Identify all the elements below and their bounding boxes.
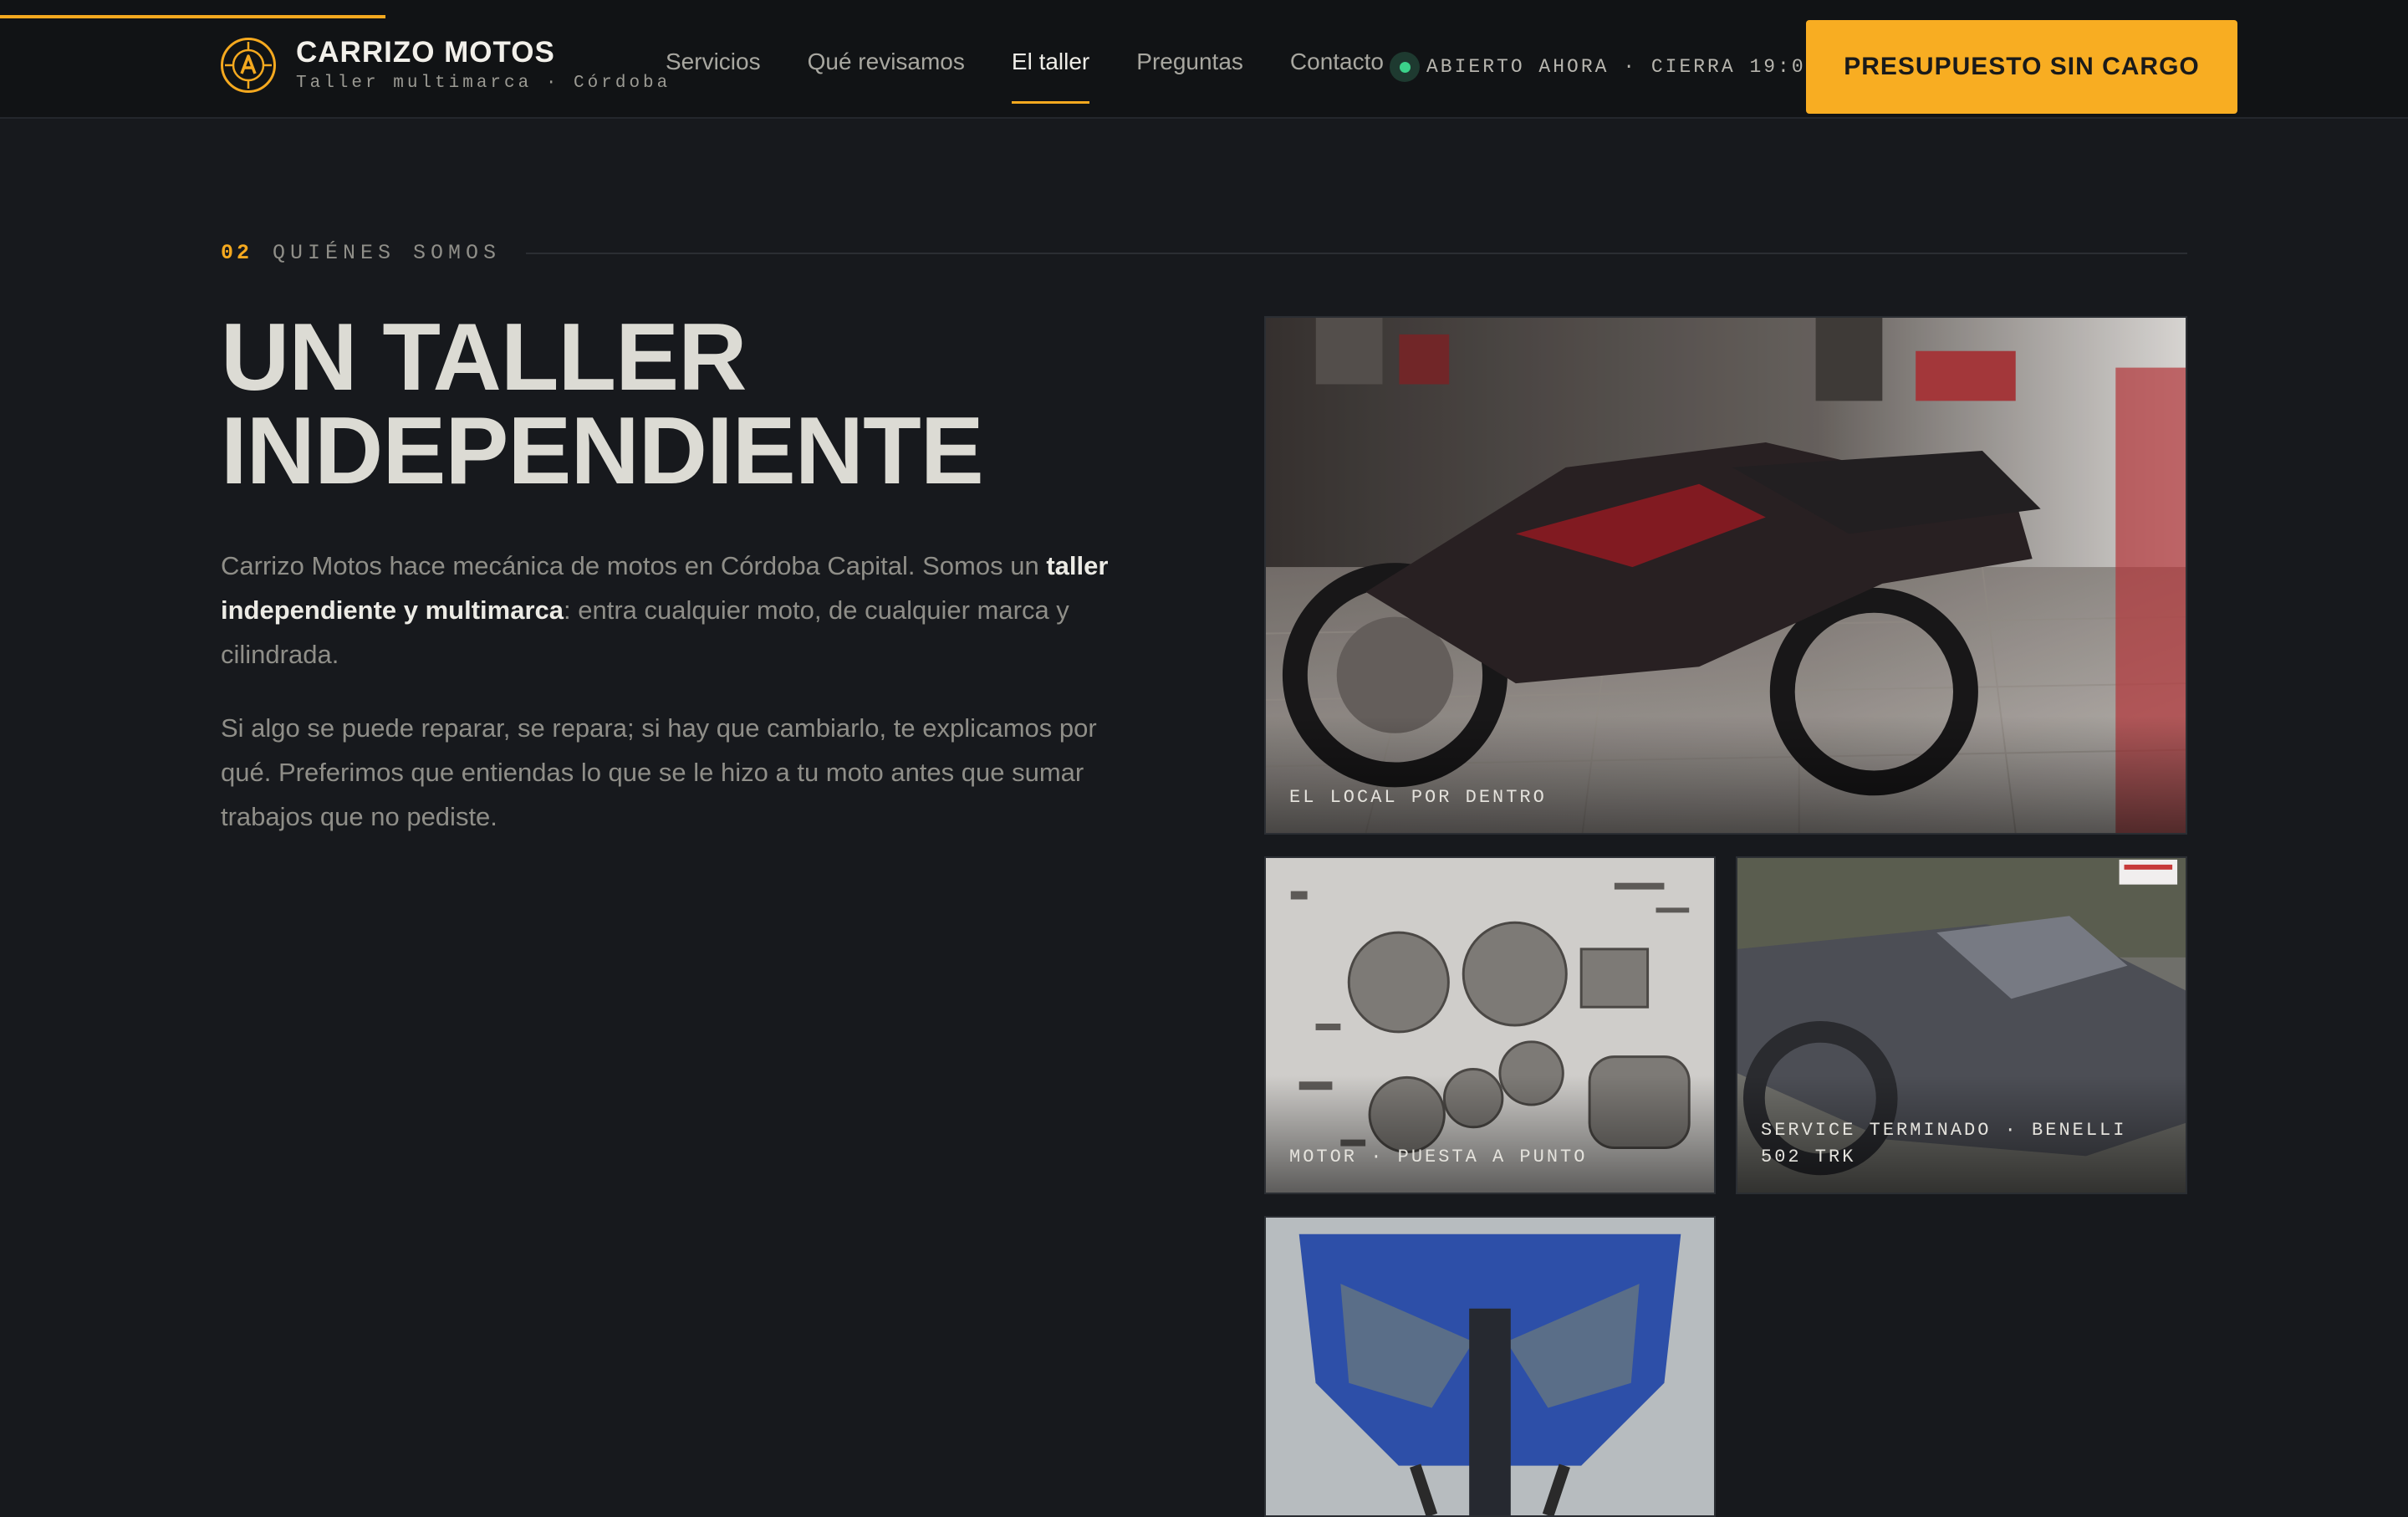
blue-sportbike-image <box>1266 1218 1714 1515</box>
status-text: ABIERTO AHORA · CIERRA 19:00 <box>1426 56 1820 78</box>
section-title: QUIÉNES SOMOS <box>273 241 502 265</box>
scroll-progress-bar <box>0 15 385 18</box>
intro-text-start: Carrizo Motos hace mecánica de motos en … <box>221 551 1047 580</box>
heading-line-2: INDEPENDIENTE <box>221 398 984 504</box>
section-divider <box>526 252 2187 254</box>
nav-item-preguntas[interactable]: Preguntas <box>1136 49 1243 75</box>
nav-item-que-revisamos[interactable]: Qué revisamos <box>808 49 965 75</box>
intro-paragraph: Carrizo Motos hace mecánica de motos en … <box>221 544 1140 677</box>
caption-shade <box>1266 716 2186 833</box>
photo-engine-parts[interactable]: MOTOR · PUESTA A PUNTO <box>1264 856 1716 1194</box>
photo-local-interior[interactable]: EL LOCAL POR DENTRO <box>1264 316 2187 835</box>
nav-item-el-taller[interactable]: El taller <box>1011 49 1090 104</box>
philosophy-paragraph: Si algo se puede reparar, se repara; si … <box>221 713 1097 831</box>
main-nav: Servicios Qué revisamos El taller Pregun… <box>666 49 1431 104</box>
brand-name: CARRIZO MOTOS <box>296 36 555 69</box>
brand[interactable]: CARRIZO MOTOS Taller multimarca · Córdob… <box>221 37 671 93</box>
brand-tagline: Taller multimarca · Córdoba <box>296 74 671 93</box>
site-header: CARRIZO MOTOS Taller multimarca · Córdob… <box>0 0 2408 119</box>
photo-caption: SERVICE TERMINADO · BENELLI 502 TRK <box>1761 1120 2127 1167</box>
status-dot-icon <box>1390 52 1420 82</box>
open-status: ABIERTO AHORA · CIERRA 19:00 <box>1390 52 1819 82</box>
quote-button[interactable]: PRESUPUESTO SIN CARGO <box>1806 20 2237 114</box>
crosshair-a-icon <box>221 37 276 93</box>
heading-line-1: UN TALLER <box>221 304 747 411</box>
nav-item-servicios[interactable]: Servicios <box>666 49 761 75</box>
photo-benelli-service[interactable]: SERVICE TERMINADO · BENELLI 502 TRK <box>1736 856 2187 1194</box>
section-label: 02 QUIÉNES SOMOS <box>221 241 2187 265</box>
page-heading: UN TALLER INDEPENDIENTE <box>221 310 1224 499</box>
nav-item-contacto[interactable]: Contacto <box>1290 49 1384 75</box>
photo-yamaha-r1[interactable] <box>1264 1216 1716 1517</box>
photo-caption: EL LOCAL POR DENTRO <box>1289 787 1547 808</box>
photo-caption: MOTOR · PUESTA A PUNTO <box>1289 1147 1588 1167</box>
section-number: 02 <box>221 241 253 265</box>
caption-shade <box>1266 1075 1714 1193</box>
